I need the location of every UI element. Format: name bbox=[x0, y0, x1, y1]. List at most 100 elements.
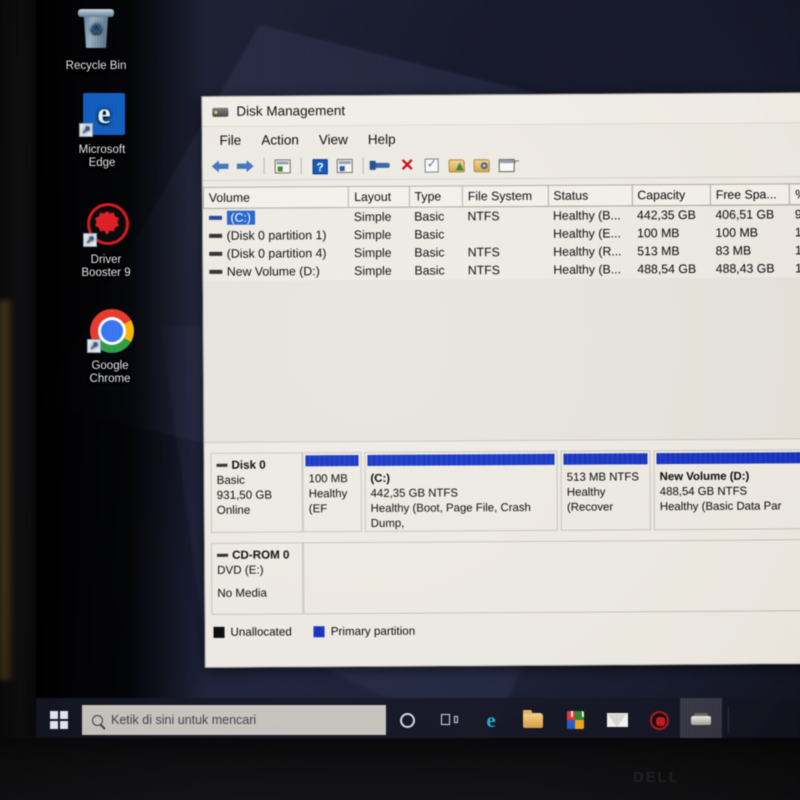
column-header-type[interactable]: Type bbox=[409, 186, 462, 207]
menu-item-help[interactable]: Help bbox=[359, 129, 405, 148]
partition-status: Healthy (EF bbox=[309, 487, 356, 517]
driver-booster-icon[interactable] bbox=[638, 698, 680, 742]
disk-management-taskbar-icon[interactable] bbox=[680, 698, 722, 742]
desktop-icon-label: Driver bbox=[58, 254, 154, 267]
toolbar[interactable]: ? ✕ ⌐ bbox=[203, 149, 800, 181]
desktop-icon-recycle-bin[interactable]: ♻ Recycle Bin bbox=[48, 6, 144, 73]
rescan-icon[interactable] bbox=[371, 154, 393, 176]
disk-info-panel[interactable]: Disk 0 Basic 931,50 GB Online bbox=[210, 452, 302, 533]
desktop-icon-microsoft-edge[interactable]: e ↗ Microsoft Edge bbox=[54, 90, 150, 170]
help-icon[interactable]: ? bbox=[309, 155, 331, 177]
partition-name: New Volume (D:) bbox=[660, 469, 800, 485]
cell-volume[interactable]: (C:) bbox=[203, 208, 348, 227]
menu-bar[interactable]: File Action View Help bbox=[202, 123, 800, 153]
start-button[interactable] bbox=[36, 698, 82, 742]
disk-name-label: Disk 0 bbox=[231, 458, 265, 473]
disk-row-cdrom0[interactable]: CD-ROM 0 DVD (E:) No Media bbox=[211, 539, 800, 615]
partition-c[interactable]: (C:) 442,35 GB NTFS Healthy (Boot, Page … bbox=[364, 451, 558, 532]
desktop-icon-google-chrome[interactable]: ↗ Google Chrome bbox=[62, 306, 158, 386]
cell-layout: Simple bbox=[349, 262, 409, 280]
table-row[interactable]: New Volume (D:) Simple Basic NTFS Health… bbox=[204, 259, 800, 281]
legend-swatch-unallocated bbox=[214, 627, 225, 638]
partition-recovery[interactable]: 513 MB NTFS Healthy (Recover bbox=[561, 450, 651, 531]
column-header-layout[interactable]: Layout bbox=[349, 186, 410, 207]
column-header-percent-free[interactable]: % Free bbox=[790, 184, 800, 205]
task-view-icon[interactable] bbox=[428, 698, 470, 742]
cell-status: Healthy (R... bbox=[548, 242, 632, 261]
recycle-bin-icon: ♻ bbox=[72, 6, 120, 54]
cdrom-media-area[interactable] bbox=[303, 539, 800, 614]
volume-label: (Disk 0 partition 4) bbox=[227, 246, 327, 261]
cdrom-info-panel[interactable]: CD-ROM 0 DVD (E:) No Media bbox=[211, 542, 303, 615]
edge-icon[interactable]: e bbox=[470, 698, 512, 742]
microsoft-store-icon[interactable] bbox=[554, 698, 596, 742]
cell-file-system bbox=[463, 225, 549, 244]
cell-free-space: 83 MB bbox=[711, 241, 790, 259]
legend-swatch-primary bbox=[314, 626, 325, 637]
volume-list-pane[interactable]: Volume Layout Type File System Status Ca… bbox=[203, 177, 800, 281]
cell-volume[interactable]: (Disk 0 partition 4) bbox=[204, 244, 349, 263]
search-icon bbox=[92, 715, 103, 726]
shortcut-badge-icon: ↗ bbox=[87, 339, 101, 353]
legend-label-unallocated: Unallocated bbox=[230, 625, 291, 638]
cell-file-system: NTFS bbox=[463, 243, 549, 262]
volume-label: (Disk 0 partition 1) bbox=[227, 228, 327, 243]
legend-label-primary: Primary partition bbox=[331, 625, 415, 639]
desktop-icon-label: Google bbox=[62, 360, 158, 373]
volume-table[interactable]: Volume Layout Type File System Status Ca… bbox=[203, 183, 800, 281]
cell-free-space: 406,51 GB bbox=[710, 205, 789, 224]
laptop-bezel-bottom bbox=[0, 738, 800, 800]
delete-icon[interactable]: ✕ bbox=[396, 154, 418, 176]
desktop-icon-driver-booster[interactable]: ↗ Driver Booster 9 bbox=[58, 200, 154, 280]
cell-file-system: NTFS bbox=[462, 206, 548, 225]
disk-row-disk0[interactable]: Disk 0 Basic 931,50 GB Online 100 MB bbox=[210, 449, 800, 533]
partition-size: 488,54 GB NTFS bbox=[660, 484, 800, 500]
mail-icon[interactable] bbox=[596, 698, 638, 742]
partition-status: Healthy (Boot, Page File, Crash Dump, bbox=[371, 501, 552, 532]
volume-bar-icon bbox=[209, 252, 222, 256]
window-titlebar[interactable]: Disk Management bbox=[202, 93, 800, 127]
cell-volume[interactable]: New Volume (D:) bbox=[204, 262, 349, 281]
file-explorer-icon[interactable] bbox=[512, 698, 554, 742]
menu-item-file[interactable]: File bbox=[210, 130, 250, 149]
windows-logo-icon bbox=[50, 711, 68, 729]
forward-arrow-icon[interactable] bbox=[235, 155, 257, 177]
search-input[interactable]: Ketik di sini untuk mencari bbox=[82, 705, 386, 735]
graphical-view-pane[interactable]: Disk 0 Basic 931,50 GB Online 100 MB bbox=[204, 438, 800, 667]
column-header-status[interactable]: Status bbox=[548, 185, 632, 207]
desktop-icon-label-2: Booster 9 bbox=[58, 267, 154, 280]
cell-status: Healthy (E... bbox=[548, 224, 632, 243]
taskbar[interactable]: Ketik di sini untuk mencari e bbox=[36, 698, 800, 742]
column-header-free-space[interactable]: Free Spa... bbox=[710, 184, 790, 205]
partition-efi[interactable]: 100 MB Healthy (EF bbox=[302, 452, 361, 532]
folder-up-icon[interactable] bbox=[446, 154, 468, 176]
window-icon[interactable]: ⌐ bbox=[496, 154, 518, 176]
bezel-light-reflection bbox=[0, 300, 14, 680]
partition-d[interactable]: New Volume (D:) 488,54 GB NTFS Healthy (… bbox=[653, 449, 800, 530]
cell-capacity: 513 MB bbox=[632, 242, 711, 260]
shortcut-badge-icon: ↗ bbox=[79, 123, 93, 137]
cortana-icon[interactable] bbox=[386, 698, 428, 742]
disk-type: Basic bbox=[217, 472, 297, 487]
cell-volume[interactable]: (Disk 0 partition 1) bbox=[204, 226, 349, 245]
cell-type: Basic bbox=[409, 225, 462, 243]
toolbar-separator bbox=[301, 157, 302, 174]
partition-status: Healthy (Basic Data Par bbox=[660, 499, 800, 515]
menu-item-action[interactable]: Action bbox=[252, 130, 308, 149]
desktop-icon-label: Recycle Bin bbox=[48, 60, 144, 73]
window-title: Disk Management bbox=[236, 103, 345, 119]
back-arrow-icon[interactable] bbox=[210, 155, 232, 177]
column-header-volume[interactable]: Volume bbox=[203, 187, 348, 209]
up-level-icon[interactable] bbox=[272, 155, 294, 177]
partition-size: 513 MB NTFS bbox=[567, 470, 645, 485]
folder-search-icon[interactable] bbox=[471, 154, 493, 176]
check-icon[interactable] bbox=[421, 154, 443, 176]
column-header-file-system[interactable]: File System bbox=[462, 185, 548, 207]
taskbar-icons[interactable]: e bbox=[386, 698, 729, 742]
column-header-capacity[interactable]: Capacity bbox=[632, 184, 711, 205]
menu-item-view[interactable]: View bbox=[310, 130, 357, 149]
properties-icon[interactable] bbox=[334, 155, 356, 177]
cell-layout: Simple bbox=[349, 244, 409, 262]
disk-management-window[interactable]: Disk Management File Action View Help ? bbox=[201, 92, 800, 668]
cdrom-name-label: CD-ROM 0 bbox=[232, 547, 289, 562]
